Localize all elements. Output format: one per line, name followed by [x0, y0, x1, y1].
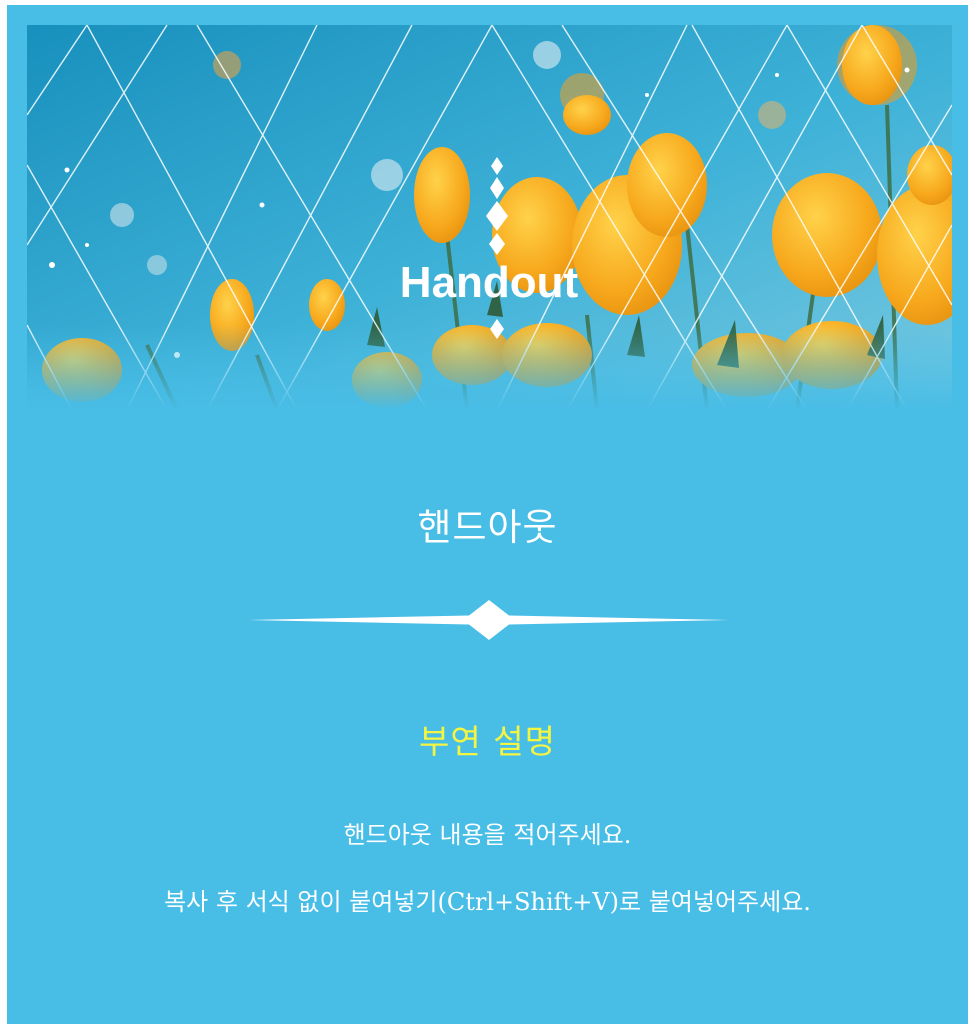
- ornament-divider: [249, 600, 729, 640]
- logo-text: Handout: [400, 258, 579, 307]
- body-text-line: 핸드아웃 내용을 적어주세요.: [343, 821, 632, 849]
- subtitle: 부연 설명: [419, 722, 556, 761]
- handout-card: Handout 핸드아웃 부연 설명 핸드아웃 내용을 적어주세요. 복사 후 …: [7, 5, 968, 1024]
- body-text-line: 복사 후 서식 없이 붙여넣기(Ctrl+Shift+V)로 붙여넣어주세요.: [164, 888, 811, 916]
- handout-title: 핸드아웃: [417, 506, 558, 549]
- poppy-field-illustration: Handout: [27, 25, 952, 410]
- banner-image: Handout: [27, 25, 952, 410]
